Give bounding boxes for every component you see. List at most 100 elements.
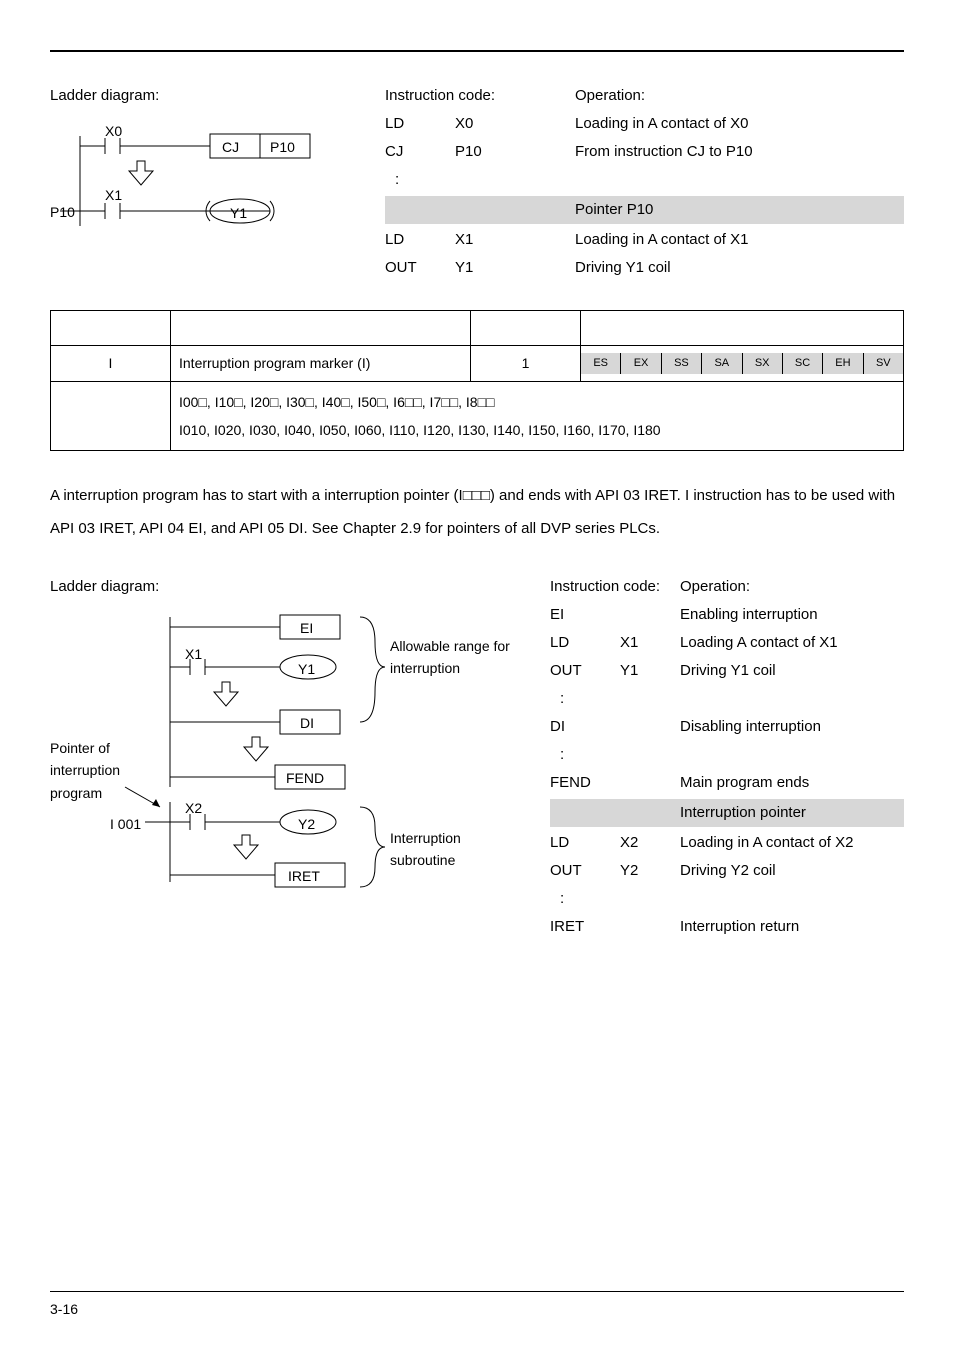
type: EX: [621, 353, 661, 375]
types-cell: [581, 311, 904, 346]
c: OUT: [385, 256, 455, 280]
instruction2-table: Instruction code: Operation: EI Enabling…: [550, 575, 904, 939]
ladder1-label: Ladder diagram:: [50, 84, 355, 108]
table-row: API Mnemonic Operands: [51, 311, 904, 346]
c: Loading in A contact of X1: [575, 228, 904, 252]
c: Driving Y1 coil: [680, 659, 904, 683]
type: SS: [662, 353, 702, 375]
c: :: [550, 887, 620, 911]
type: SC: [783, 353, 823, 375]
c: Loading in A contact of X0: [575, 112, 904, 136]
api-val: I: [51, 346, 171, 381]
c: EI: [550, 603, 620, 627]
section-ladder-2: Ladder diagram:: [50, 575, 904, 939]
c: [575, 168, 904, 192]
mnem-hdr: Mnemonic: [171, 311, 471, 346]
c: From instruction CJ to P10: [575, 140, 904, 164]
page-footer: 3-16: [50, 1291, 904, 1320]
c: [620, 687, 670, 711]
l2-side2: Pointer of interruption program: [50, 737, 140, 804]
c: :: [385, 168, 455, 192]
c: Y1: [620, 659, 670, 683]
ladder1-column: Ladder diagram:: [50, 84, 355, 280]
l2-side1: Allowable range for interruption: [390, 635, 520, 680]
section-ladder-1: Ladder diagram:: [50, 84, 904, 280]
c: FEND: [550, 771, 620, 795]
opnd-val: 1: [471, 346, 581, 381]
l2-iret: IRET: [288, 865, 320, 887]
type: SA: [702, 353, 742, 375]
c: [620, 603, 670, 627]
l2-i001: I 001: [110, 813, 141, 835]
l2-fend: FEND: [286, 767, 324, 789]
c: Y1: [455, 256, 525, 280]
c: [620, 801, 670, 825]
instruction1-column: Instruction code: Operation: LD X0 Loadi…: [385, 84, 904, 280]
c: Disabling interruption: [680, 715, 904, 739]
c: Interruption pointer: [680, 801, 904, 825]
c: Y2: [620, 859, 670, 883]
c: X1: [455, 228, 525, 252]
mnem-val: Interruption program marker (I): [171, 346, 471, 381]
c: LD: [550, 631, 620, 655]
types-row: ES EX SS SA SX SC EH SV: [581, 346, 904, 381]
table-row: I Interruption program marker (I) 1 ES E…: [51, 346, 904, 381]
c: CJ: [385, 140, 455, 164]
i2-op-hdr: Operation:: [680, 575, 904, 599]
c: Loading A contact of X1: [680, 631, 904, 655]
c: OUT: [550, 859, 620, 883]
c: X2: [620, 831, 670, 855]
c: [455, 168, 525, 192]
range-hdr: I Range: [51, 381, 171, 450]
type: ES: [581, 353, 621, 375]
type: SX: [743, 353, 783, 375]
l2-y1: Y1: [298, 658, 315, 680]
opnd-hdr: Operands: [471, 311, 581, 346]
c: IRET: [550, 915, 620, 939]
c: [680, 743, 904, 767]
l2-x1: X1: [185, 643, 202, 665]
c: [550, 801, 620, 825]
c: X0: [455, 112, 525, 136]
c: LD: [385, 228, 455, 252]
c: [620, 915, 670, 939]
range2: I010, I020, I030, I040, I050, I060, I110…: [179, 416, 895, 444]
c: OUT: [550, 659, 620, 683]
l2-y2: Y2: [298, 813, 315, 835]
c: Driving Y2 coil: [680, 859, 904, 883]
c: X1: [620, 631, 670, 655]
l2-ei: EI: [300, 617, 313, 639]
top-divider: [50, 50, 904, 52]
c: Pointer P10: [575, 198, 904, 222]
c: [620, 771, 670, 795]
ladder1-x1: X1: [105, 184, 122, 206]
api-hdr: API: [51, 311, 171, 346]
ladder1-x0: X0: [105, 120, 122, 142]
pointer-row-2: Interruption pointer: [550, 799, 904, 827]
range-cell: I00□, I10□, I20□, I30□, I40□, I50□, I6□□…: [171, 381, 904, 450]
l2-side3: Interruption subroutine: [390, 827, 510, 872]
c: [620, 715, 670, 739]
ladder2-label: Ladder diagram:: [50, 575, 530, 599]
page-number: 3-16: [50, 1301, 78, 1317]
i2-code-hdr: Instruction code:: [550, 575, 670, 599]
c: [385, 198, 455, 222]
ladder1-p10: P10: [50, 201, 75, 223]
instruction-spec-table: API Mnemonic Operands I Interruption pro…: [50, 310, 904, 451]
c: Interruption return: [680, 915, 904, 939]
c: [620, 743, 670, 767]
c: LD: [385, 112, 455, 136]
c: [680, 687, 904, 711]
instruction2-column: Instruction code: Operation: EI Enabling…: [550, 575, 904, 939]
range1: I00□, I10□, I20□, I30□, I40□, I50□, I6□□…: [179, 388, 895, 416]
ladder1-diagram: X0 CJ P10 X1 P10 Y1: [50, 116, 330, 246]
c: Main program ends: [680, 771, 904, 795]
instr1-op-hdr: Operation:: [575, 84, 904, 108]
ladder1-y1: Y1: [230, 202, 247, 224]
ladder2-column: Ladder diagram:: [50, 575, 530, 939]
c: [455, 198, 525, 222]
description-paragraph: A interruption program has to start with…: [50, 479, 904, 545]
c: LD: [550, 831, 620, 855]
l2-di: DI: [300, 712, 314, 734]
l2-x2: X2: [185, 797, 202, 819]
